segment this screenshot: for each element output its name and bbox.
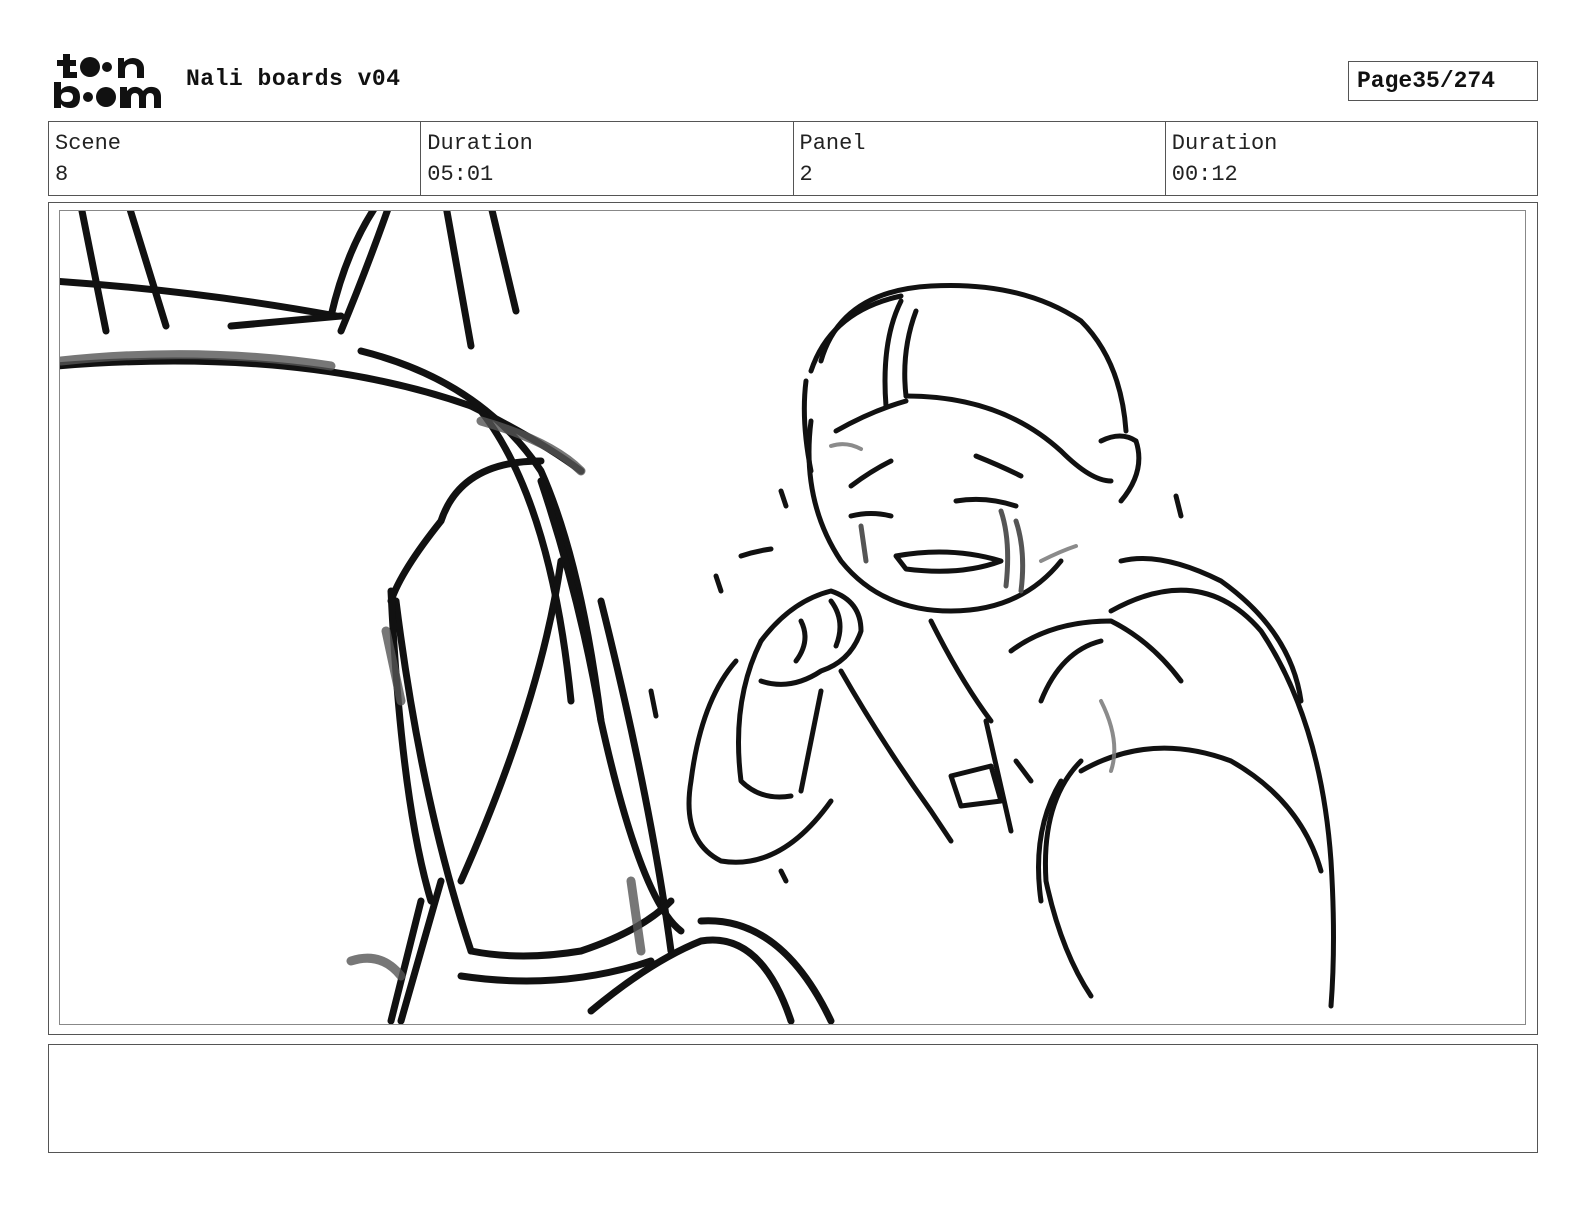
scene-info-table: Scene 8 Duration 05:01 Panel 2 Duration … (48, 121, 1538, 196)
panel-duration-cell: Duration 00:12 (1166, 122, 1537, 195)
panel-duration-label: Duration (1171, 131, 1278, 156)
scene-label: Scene (55, 131, 122, 156)
panel-value: 2 (799, 162, 813, 187)
scene-value: 8 (55, 162, 69, 187)
scene-duration-cell: Duration 05:01 (421, 122, 794, 195)
page-number: 35/274 (1412, 68, 1496, 94)
toon-boom-logo (50, 50, 164, 112)
scene-cell: Scene 8 (49, 122, 422, 195)
storyboard-drawing (59, 210, 1526, 1025)
storyboard-panel-frame (48, 202, 1538, 1035)
page-indicator: Page 35/274 (1348, 61, 1538, 101)
panel-label: Panel (799, 131, 866, 156)
document-title: Nali boards v04 (186, 66, 401, 92)
scene-duration-value: 05:01 (427, 162, 494, 187)
scene-duration-label: Duration (427, 131, 533, 156)
panel-cell: Panel 2 (794, 122, 1166, 195)
page-label: Page (1357, 68, 1413, 94)
panel-duration-value: 00:12 (1171, 162, 1238, 187)
panel-notes-box (48, 1044, 1538, 1153)
